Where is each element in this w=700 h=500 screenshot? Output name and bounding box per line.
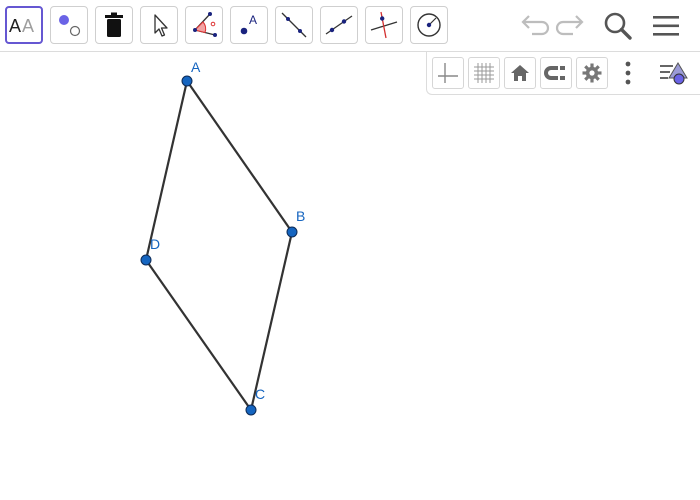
toggle-style-bar-button[interactable] xyxy=(659,57,691,89)
line-tool-button[interactable] xyxy=(275,6,313,44)
point-label-a: A xyxy=(191,59,201,75)
point-c[interactable] xyxy=(245,404,257,416)
snap-magnet-icon xyxy=(544,66,565,80)
point-d[interactable] xyxy=(140,254,152,266)
move-tool-button[interactable] xyxy=(140,6,178,44)
redo-button[interactable] xyxy=(553,8,589,44)
move-arrow-icon xyxy=(154,14,168,37)
menu-button[interactable] xyxy=(648,8,684,44)
point-icon: A xyxy=(240,13,257,35)
undo-icon xyxy=(521,15,550,36)
segment-icon xyxy=(325,15,353,35)
show-hide-object-icon xyxy=(59,15,81,37)
point-labels: A B C D xyxy=(150,59,305,402)
segment-tool-button[interactable] xyxy=(320,6,358,44)
svg-text:A: A xyxy=(22,16,34,36)
undo-button[interactable] xyxy=(516,8,552,44)
point-a[interactable] xyxy=(181,75,193,87)
menu-icon xyxy=(653,16,679,36)
point-capturing-button[interactable] xyxy=(540,57,572,89)
search-button[interactable] xyxy=(600,8,636,44)
standard-view-button[interactable] xyxy=(504,57,536,89)
point-label-b: B xyxy=(296,208,305,224)
grid-icon xyxy=(474,63,494,83)
delete-tool-button[interactable] xyxy=(95,6,133,44)
perpendicular-tool-button[interactable] xyxy=(365,6,403,44)
toggle-axes-button[interactable] xyxy=(432,57,464,89)
segment-ab[interactable] xyxy=(186,80,293,233)
geogebra-app: A B C D A A A xyxy=(0,0,700,500)
point-tool-button[interactable]: A xyxy=(230,6,268,44)
point-label-d: D xyxy=(150,236,160,252)
show-hide-tool-button[interactable] xyxy=(50,6,88,44)
angle-tool-button[interactable] xyxy=(185,6,223,44)
svg-text:A: A xyxy=(9,16,21,36)
more-vertical-icon xyxy=(625,61,631,85)
circle-icon xyxy=(417,13,441,37)
circle-tool-button[interactable] xyxy=(410,6,448,44)
text-style-icon: A A xyxy=(9,16,34,36)
svg-text:A: A xyxy=(249,13,257,27)
graphics-style-bar xyxy=(426,52,700,95)
segment-cd[interactable] xyxy=(145,259,252,411)
style-tool-button[interactable]: A A xyxy=(5,6,43,44)
home-icon xyxy=(511,65,529,81)
line-icon xyxy=(281,12,307,38)
axes-icon xyxy=(438,63,458,83)
search-icon xyxy=(604,12,632,40)
point-b[interactable] xyxy=(286,226,298,238)
toggle-grid-button[interactable] xyxy=(468,57,500,89)
graphics-settings-button[interactable] xyxy=(576,57,608,89)
main-toolbar: A A A xyxy=(0,0,700,52)
angle-icon xyxy=(193,12,217,37)
perpendicular-line-icon xyxy=(370,11,398,39)
quadrilateral-edges xyxy=(144,80,294,411)
settings-gear-icon xyxy=(582,63,602,83)
segment-da[interactable] xyxy=(144,80,189,261)
algebra-style-icon xyxy=(660,62,688,85)
more-options-button[interactable] xyxy=(612,57,644,89)
trash-icon xyxy=(105,12,123,37)
point-label-c: C xyxy=(255,386,265,402)
segment-bc[interactable] xyxy=(249,231,294,411)
redo-icon xyxy=(555,15,584,36)
